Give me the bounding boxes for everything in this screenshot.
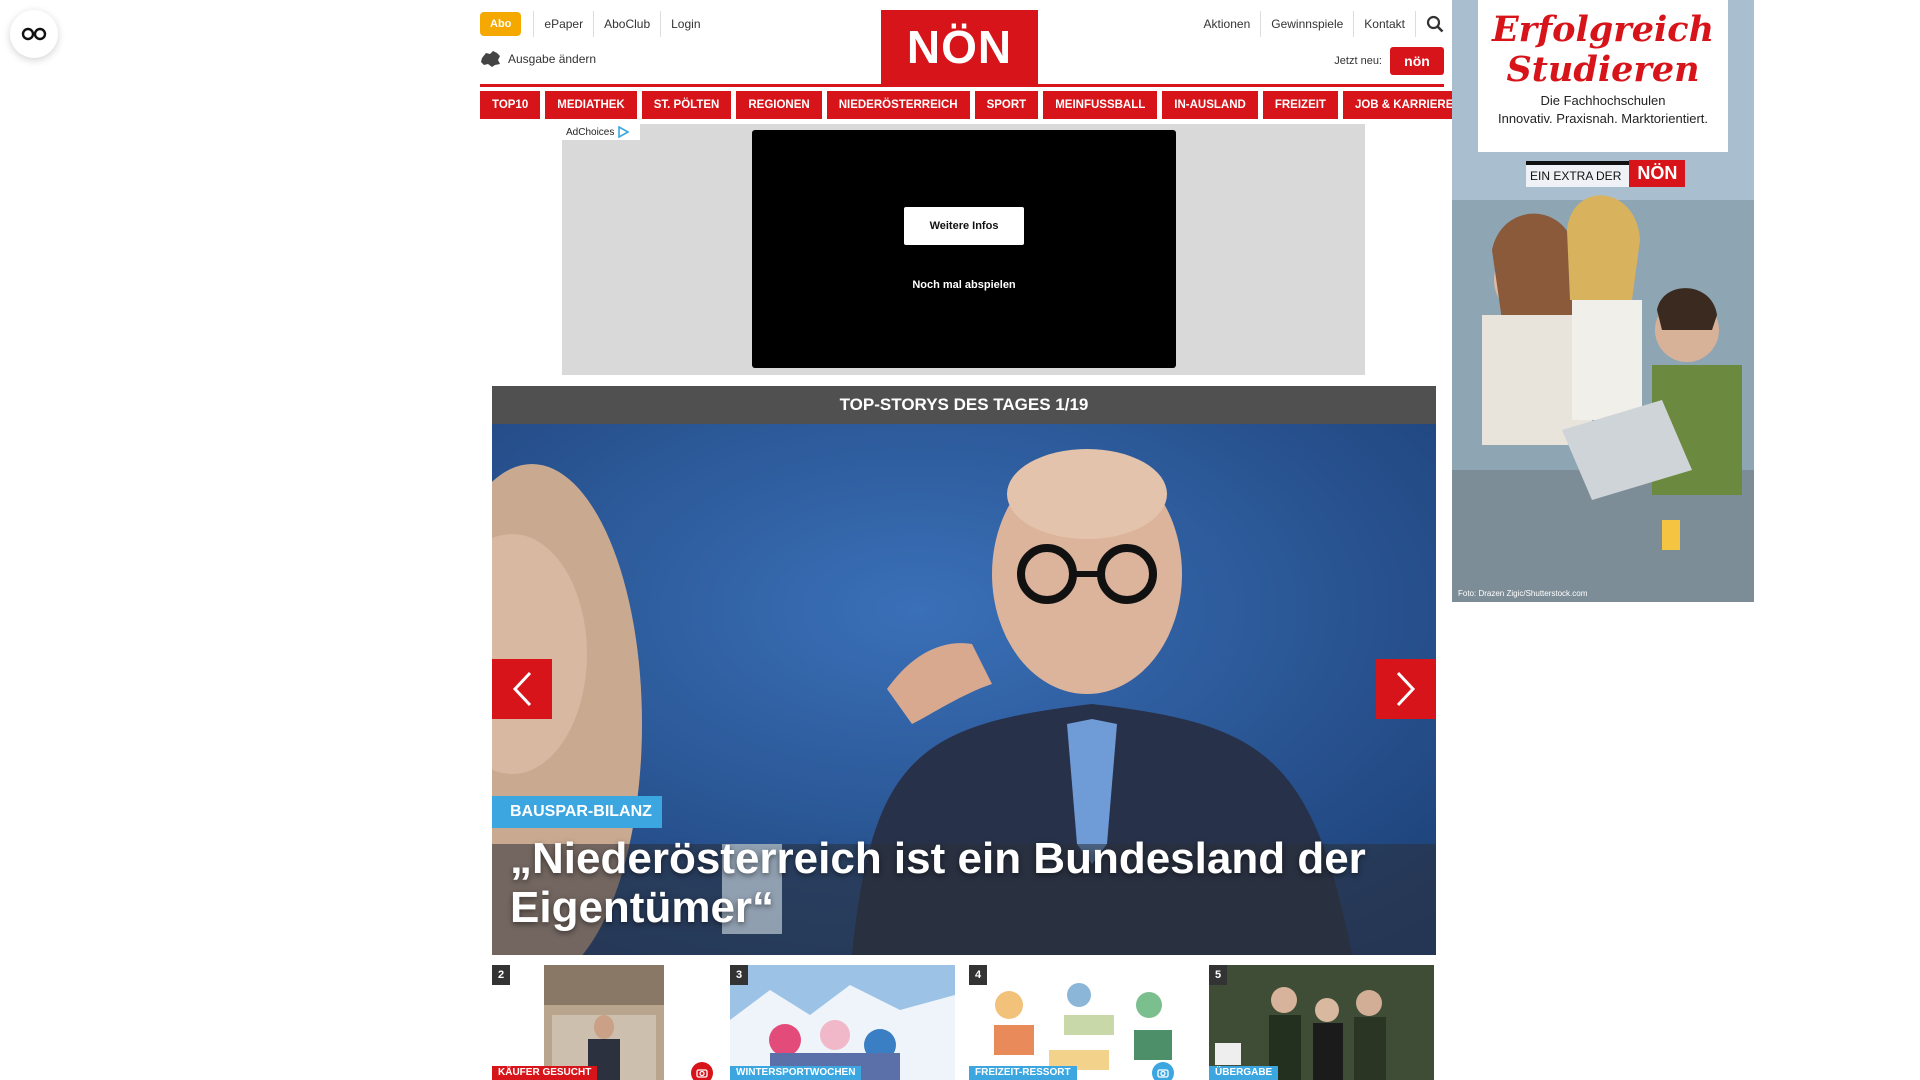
main-navigation: TOP10 MEDIATHEK ST. PÖLTEN REGIONEN NIED…: [480, 91, 1466, 119]
story-category: FREIZEIT-RESSORT: [969, 1066, 1077, 1080]
ad-title-line1: Erfolgreich: [1491, 9, 1715, 50]
ad-title-line2: Studieren: [1506, 49, 1700, 90]
video-player[interactable]: Weitere Infos Noch mal abspielen: [752, 130, 1176, 368]
ausgabe-label: Ausgabe ändern: [508, 52, 597, 66]
thumb-photo: [492, 965, 717, 1080]
reader-mode-button[interactable]: [10, 10, 58, 58]
top-story-slide[interactable]: BAUSPAR-BILANZ „Niederösterreich ist ein…: [492, 424, 1436, 955]
camera-icon: [1152, 1062, 1174, 1080]
gewinnspiele-link[interactable]: Gewinnspiele: [1261, 11, 1355, 37]
search-button[interactable]: [1416, 15, 1444, 33]
side-advertisement[interactable]: Erfolgreich Studieren Die Fachhochschule…: [1452, 0, 1754, 602]
ad-extra-badge: EIN EXTRA DER NÖN: [1526, 160, 1686, 187]
adchoices-icon: [618, 126, 630, 138]
story-number: 3: [730, 965, 748, 985]
ausgabe-aendern-link[interactable]: Ausgabe ändern: [480, 50, 596, 68]
adchoices-link[interactable]: AdChoices: [562, 124, 640, 140]
epaper-link[interactable]: ePaper: [533, 11, 593, 37]
nav-item-sport[interactable]: SPORT: [974, 91, 1039, 119]
camera-icon: [691, 1062, 713, 1080]
right-links: Aktionen Gewinnspiele Kontakt: [1194, 11, 1444, 37]
story-number: 5: [1209, 965, 1227, 985]
noen-logo[interactable]: NÖN: [881, 10, 1038, 84]
adchoices-label: AdChoices: [566, 126, 615, 138]
story-thumb-4[interactable]: 4 FREIZEIT-RESSORT: [969, 965, 1194, 1080]
ad-photo-credit: Foto: Drazen Zigic/Shutterstock.com: [1458, 589, 1588, 598]
thumb-photo: [1209, 965, 1434, 1080]
abo-button[interactable]: Abo: [480, 12, 522, 36]
site-header: Abo ePaper AboClub Login Ausgabe ändern …: [480, 0, 1444, 84]
ad-subtitle-line1: Die Fachhochschulen: [1540, 93, 1666, 108]
aktionen-link[interactable]: Aktionen: [1194, 11, 1262, 37]
ad-extra-text: EIN EXTRA DER: [1526, 160, 1630, 187]
nav-item-mediathek[interactable]: MEDIATHEK: [545, 91, 637, 119]
ad-title-box: Erfolgreich Studieren Die Fachhochschule…: [1478, 0, 1728, 152]
login-link[interactable]: Login: [660, 11, 710, 37]
lower-austria-map-icon: [481, 51, 500, 67]
story-category: WINTERSPORTWOCHEN: [730, 1066, 862, 1080]
nav-item-top10[interactable]: TOP10: [480, 91, 541, 119]
kontakt-link[interactable]: Kontakt: [1354, 11, 1416, 37]
thumb-photo: [730, 965, 955, 1080]
story-number: 2: [492, 965, 510, 985]
header-divider: [480, 84, 1444, 87]
ad-subtitle-line2: Innovativ. Praxisnah. Marktorientiert.: [1497, 111, 1708, 126]
story-category: KÄUFER GESUCHT: [492, 1066, 598, 1080]
story-category: ÜBERGABE: [1209, 1066, 1279, 1080]
story-thumb-3[interactable]: 3 WINTERSPORTWOCHEN: [730, 965, 955, 1080]
jetzt-badge: nön: [1390, 47, 1444, 75]
glasses-icon: [21, 27, 47, 41]
previous-slide-button[interactable]: [492, 659, 552, 719]
nav-item-meinfussball[interactable]: MEINFUSSBALL: [1043, 91, 1158, 119]
story-thumb-5[interactable]: 5 ÜBERGABE: [1209, 965, 1434, 1080]
chevron-right-icon: [1396, 671, 1416, 707]
top-stories-header: TOP-STORYS DES TAGES 1/19: [492, 386, 1436, 424]
top-links: Abo ePaper AboClub Login: [480, 11, 711, 37]
story-thumb-2[interactable]: 2 KÄUFER GESUCHT: [492, 965, 717, 1080]
aboclub-link[interactable]: AboClub: [593, 11, 660, 37]
video-ad: AdChoices Weitere Infos Noch mal abspiel…: [562, 124, 1365, 375]
nav-item-in-ausland[interactable]: IN-AUSLAND: [1162, 91, 1258, 119]
story-kicker: BAUSPAR-BILANZ: [492, 796, 662, 828]
story-thumbnails: 2 KÄUFER GESUCHT 3 WINTERSPORTWOCHEN 4 F…: [492, 965, 1436, 1080]
nav-item-freizeit[interactable]: FREIZEIT: [1262, 91, 1338, 119]
replay-link[interactable]: Noch mal abspielen: [752, 279, 1176, 291]
story-headline[interactable]: „Niederösterreich ist ein Bundesland der…: [510, 834, 1410, 932]
nav-item-regionen[interactable]: REGIONEN: [736, 91, 822, 119]
nav-item-st-poelten[interactable]: ST. PÖLTEN: [641, 91, 732, 119]
story-number: 4: [969, 965, 987, 985]
ad-extra-logo: NÖN: [1629, 160, 1686, 187]
weitere-infos-button[interactable]: Weitere Infos: [904, 207, 1024, 245]
search-icon: [1426, 15, 1444, 33]
nav-item-job-karriere[interactable]: JOB & KARRIERE: [1342, 91, 1466, 119]
jetzt-neu-promo[interactable]: Jetzt neu: nön: [1334, 47, 1444, 75]
chevron-left-icon: [512, 671, 532, 707]
jetzt-label: Jetzt neu:: [1334, 55, 1382, 67]
next-slide-button[interactable]: [1376, 659, 1436, 719]
nav-item-niederoesterreich[interactable]: NIEDERÖSTERREICH: [826, 91, 970, 119]
